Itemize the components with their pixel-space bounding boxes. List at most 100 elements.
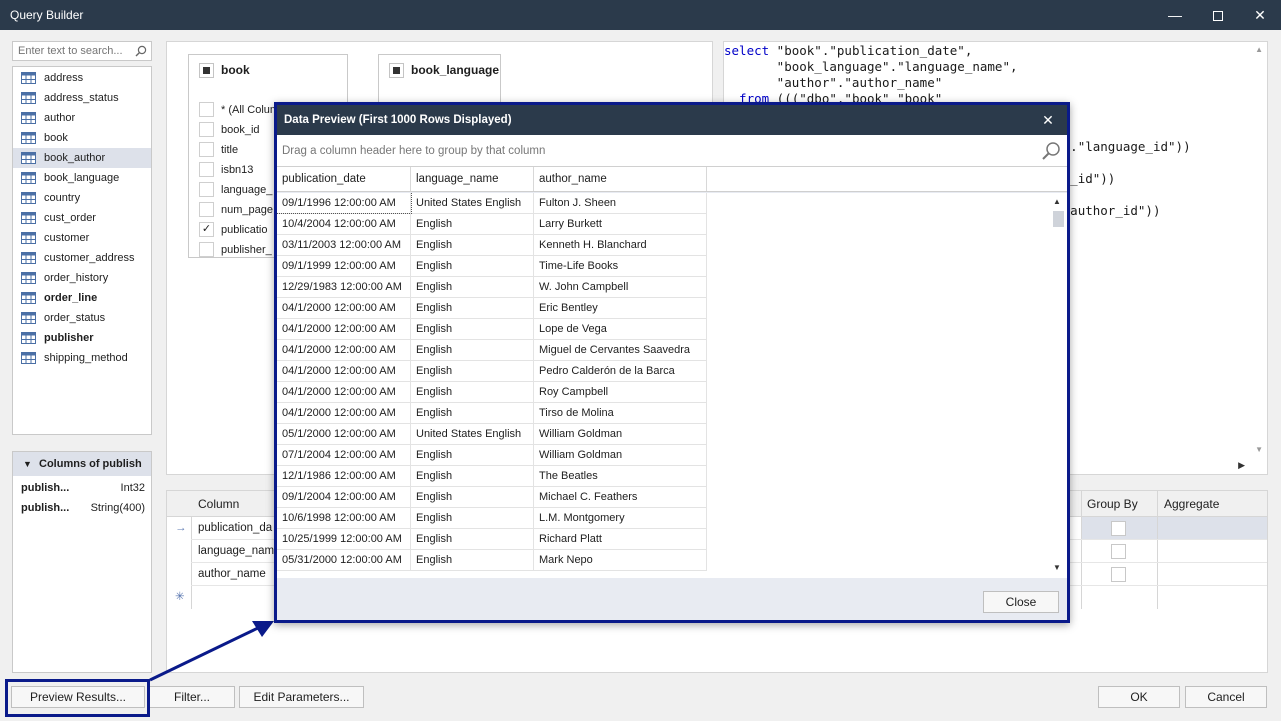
field-checkbox[interactable]	[199, 162, 214, 177]
table-list-item[interactable]: book	[13, 128, 151, 148]
publication-date-cell: 10/6/1998 12:00:00 AM	[277, 508, 411, 528]
table-list-item[interactable]: cust_order	[13, 208, 151, 228]
table-list-label: address	[44, 72, 84, 84]
table-icon	[21, 252, 36, 264]
data-row[interactable]: 04/1/2000 12:00:00 AM English Eric Bentley	[277, 298, 707, 319]
author-name-cell: William Goldman	[534, 445, 707, 465]
grid-column-cell[interactable]: language_nam	[198, 540, 278, 563]
table-list-item[interactable]: publisher	[13, 328, 151, 348]
data-row[interactable]: 04/1/2000 12:00:00 AM English Tirso de Mol…	[277, 403, 707, 424]
search-icon[interactable]	[1041, 141, 1061, 161]
table-list-item[interactable]: customer	[13, 228, 151, 248]
grid-column-cell[interactable]: publication_da	[198, 517, 278, 540]
aggregate-header[interactable]: Aggregate	[1164, 491, 1219, 517]
data-row[interactable]: 09/1/1996 12:00:00 AM United States Engli…	[277, 193, 707, 214]
collapse-caret-icon[interactable]: ▼	[23, 452, 32, 476]
book-language-table-box[interactable]: book_language * (All Columns)	[378, 54, 501, 117]
field-checkbox[interactable]	[199, 202, 214, 217]
scroll-right-icon[interactable]: ▶	[1238, 460, 1245, 471]
scroll-up-icon[interactable]: ▲	[1053, 197, 1061, 206]
scroll-down-icon[interactable]: ▼	[1255, 445, 1263, 454]
group-by-checkbox[interactable]	[1111, 567, 1126, 582]
cancel-button[interactable]: Cancel	[1185, 686, 1267, 708]
data-row[interactable]: 04/1/2000 12:00:00 AM English Roy Campbell	[277, 382, 707, 403]
data-grid-scrollbar[interactable]: ▲ ▼	[1049, 193, 1067, 578]
table-menu-icon[interactable]	[199, 63, 214, 78]
close-window-icon[interactable]: ✕	[1240, 0, 1280, 30]
field-checkbox[interactable]: ✓	[199, 222, 214, 237]
field-checkbox[interactable]	[199, 182, 214, 197]
table-list-item[interactable]: order_line	[13, 288, 151, 308]
column-row-name: publish...	[21, 482, 70, 494]
table-list-item[interactable]: order_history	[13, 268, 151, 288]
publication-date-cell: 09/1/1999 12:00:00 AM	[277, 256, 411, 276]
data-row[interactable]: 12/1/1986 12:00:00 AM English The Beatles	[277, 466, 707, 487]
table-list-item[interactable]: author	[13, 108, 151, 128]
scroll-thumb[interactable]	[1053, 211, 1064, 227]
author-name-cell: Roy Campbell	[534, 382, 707, 402]
table-list-item[interactable]: shipping_method	[13, 348, 151, 368]
column-row[interactable]: publish... Int32	[13, 478, 151, 498]
data-row[interactable]: 10/6/1998 12:00:00 AM English L.M. Montgom…	[277, 508, 707, 529]
table-list-label: book	[44, 132, 68, 144]
data-row[interactable]: 04/1/2000 12:00:00 AM English Pedro Calder…	[277, 361, 707, 382]
group-by-header[interactable]: Group By	[1087, 491, 1138, 517]
author-name-cell: Time-Life Books	[534, 256, 707, 276]
data-row[interactable]: 05/1/2000 12:00:00 AM United States Engli…	[277, 424, 707, 445]
publication-date-header[interactable]: publication_date	[277, 167, 411, 191]
author-name-cell: L.M. Montgomery	[534, 508, 707, 528]
dialog-footer: Close	[277, 578, 1067, 620]
close-button[interactable]: Close	[983, 591, 1059, 613]
author-name-cell: Pedro Calderón de la Barca	[534, 361, 707, 381]
grid-column-cell[interactable]	[198, 586, 278, 609]
table-list-item[interactable]: order_status	[13, 308, 151, 328]
field-checkbox[interactable]	[199, 102, 214, 117]
data-row[interactable]: 10/4/2004 12:00:00 AM English Larry Burket…	[277, 214, 707, 235]
field-checkbox[interactable]	[199, 242, 214, 257]
book-language-table-header[interactable]: book_language	[379, 55, 500, 85]
group-by-checkbox[interactable]	[1111, 544, 1126, 559]
publication-date-cell: 12/1/1986 12:00:00 AM	[277, 466, 411, 486]
minimize-icon[interactable]: —	[1155, 0, 1195, 30]
data-row[interactable]: 03/11/2003 12:00:00 AM English Kenneth H. …	[277, 235, 707, 256]
field-checkbox[interactable]	[199, 122, 214, 137]
column-header[interactable]: Column	[198, 491, 239, 517]
table-list-item[interactable]: customer_address	[13, 248, 151, 268]
group-by-checkbox[interactable]	[1111, 521, 1126, 536]
table-list-label: order_history	[44, 272, 109, 284]
group-by-panel[interactable]: Drag a column header here to group by th…	[277, 135, 1067, 167]
table-list-item[interactable]: country	[13, 188, 151, 208]
preview-highlight-box	[5, 679, 150, 717]
field-label: publicatio	[221, 224, 268, 236]
data-row[interactable]: 04/1/2000 12:00:00 AM English Lope de Vega	[277, 319, 707, 340]
data-row[interactable]: 07/1/2004 12:00:00 AM English William Gold…	[277, 445, 707, 466]
grid-column-cell[interactable]: author_name	[198, 563, 278, 586]
author-name-cell: Miguel de Cervantes Saavedra	[534, 340, 707, 360]
language-name-header[interactable]: language_name	[411, 167, 534, 191]
table-list-item[interactable]: address_status	[13, 88, 151, 108]
ok-button[interactable]: OK	[1098, 686, 1180, 708]
book-table-header[interactable]: book	[189, 55, 347, 85]
table-search-input[interactable]	[13, 42, 131, 60]
data-row[interactable]: 12/29/1983 12:00:00 AM English W. John Cam…	[277, 277, 707, 298]
search-icon[interactable]	[135, 45, 147, 57]
dialog-close-icon[interactable]: ✕	[1033, 105, 1063, 135]
data-row[interactable]: 05/31/2000 12:00:00 AM English Mark Nepo	[277, 550, 707, 571]
table-list-item[interactable]: book_language	[13, 168, 151, 188]
data-row[interactable]: 10/25/1999 12:00:00 AM English Richard Pla…	[277, 529, 707, 550]
data-row[interactable]: 09/1/2004 12:00:00 AM English Michael C. F…	[277, 487, 707, 508]
data-row[interactable]: 09/1/1999 12:00:00 AM English Time-Life Bo…	[277, 256, 707, 277]
maximize-icon[interactable]	[1198, 0, 1238, 30]
publication-date-cell: 04/1/2000 12:00:00 AM	[277, 361, 411, 381]
table-list-item[interactable]: address	[13, 68, 151, 88]
author-name-header[interactable]: author_name	[534, 167, 707, 191]
scroll-down-icon[interactable]: ▼	[1053, 563, 1061, 572]
table-list-item[interactable]: book_author	[13, 148, 151, 168]
column-row[interactable]: publish... String(400)	[13, 498, 151, 518]
field-checkbox[interactable]	[199, 142, 214, 157]
scroll-up-icon[interactable]: ▲	[1255, 45, 1263, 54]
data-row[interactable]: 04/1/2000 12:00:00 AM English Miguel de Ce…	[277, 340, 707, 361]
table-menu-icon[interactable]	[389, 63, 404, 78]
table-icon	[21, 192, 36, 204]
columns-panel-header[interactable]: ▼ Columns of publish	[13, 452, 151, 476]
